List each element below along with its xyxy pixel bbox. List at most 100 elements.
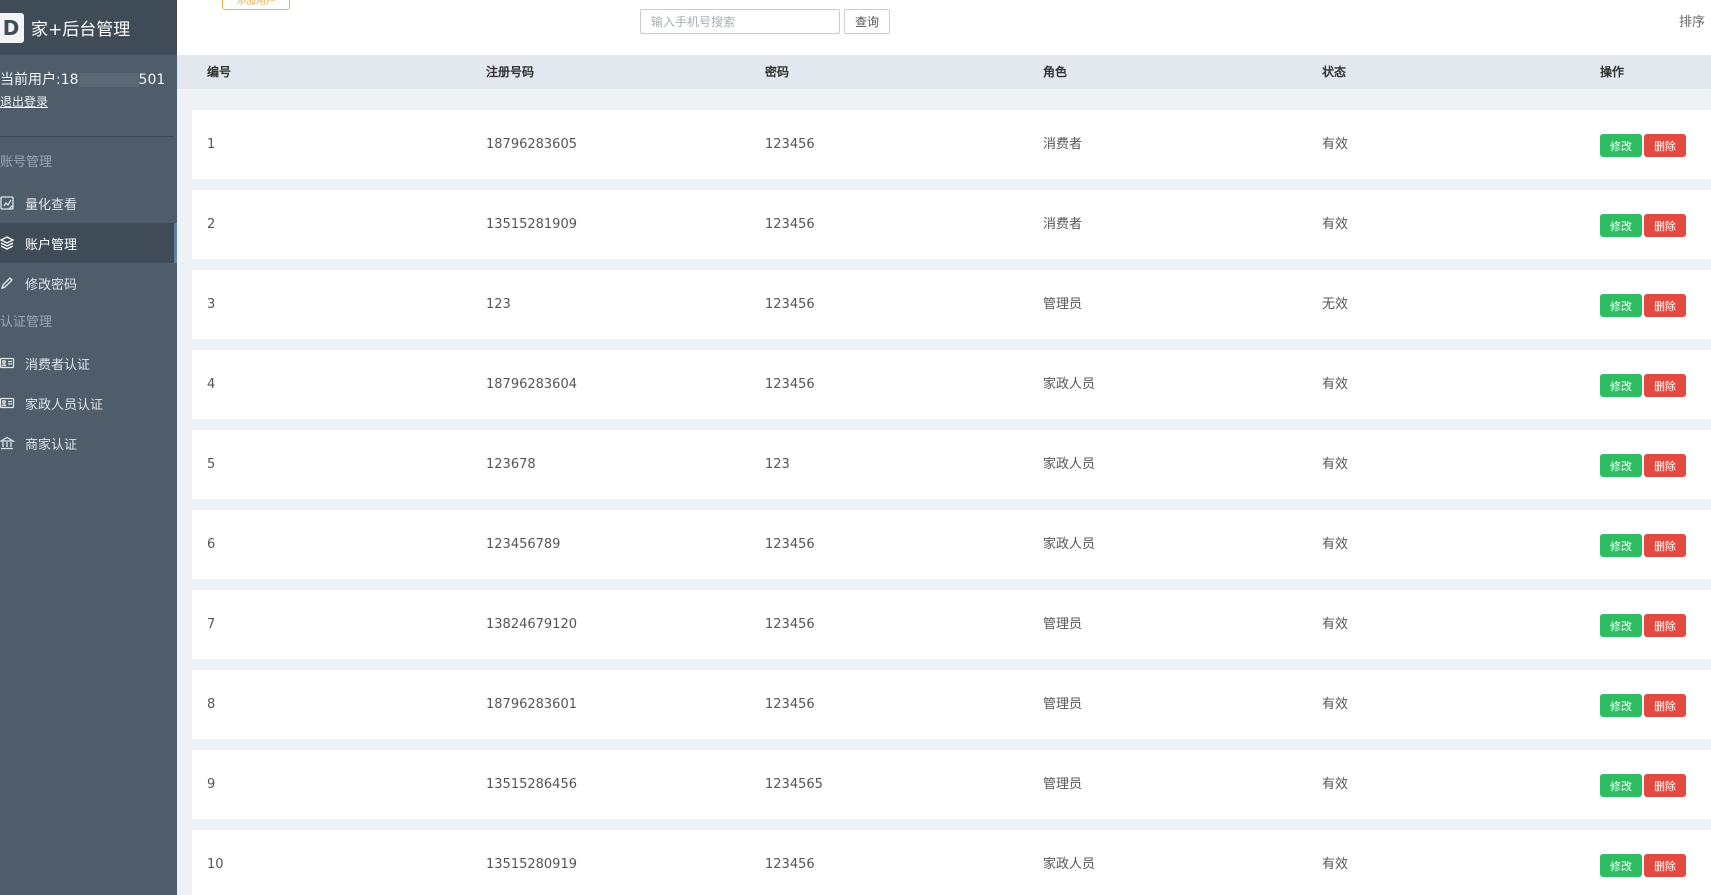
cell-status: 有效	[1322, 697, 1349, 712]
table-row: 9 13515286456 1234565 管理员 有效 修改 删除	[192, 750, 1711, 819]
table-row: 4 18796283604 123456 家政人员 有效 修改 删除	[192, 350, 1711, 419]
delete-button[interactable]: 删除	[1644, 694, 1686, 717]
column-header-actions: 操作	[1600, 65, 1625, 79]
cell-password: 1234565	[765, 777, 823, 792]
table-row: 6 123456789 123456 家政人员 有效 修改 删除	[192, 510, 1711, 579]
cell-phone: 13515280919	[486, 857, 577, 872]
cell-id: 6	[207, 537, 216, 552]
sidebar-item-consumer-certification[interactable]: 消费者认证	[0, 343, 177, 383]
cell-id: 3	[207, 297, 216, 312]
delete-button[interactable]: 删除	[1644, 294, 1686, 317]
edit-button[interactable]: 修改	[1600, 614, 1642, 637]
table-row: 8 18796283601 123456 管理员 有效 修改 删除	[192, 670, 1711, 739]
cell-id: 5	[207, 457, 216, 472]
delete-button[interactable]: 删除	[1644, 534, 1686, 557]
sidebar-item-quantified-view[interactable]: 量化查看	[0, 183, 177, 223]
phone-search-input[interactable]	[640, 9, 840, 34]
edit-button[interactable]: 修改	[1600, 534, 1642, 557]
cell-password: 123	[765, 457, 790, 472]
logout-link[interactable]: 退出登录	[0, 93, 48, 110]
row-actions: 修改 删除	[1600, 294, 1686, 317]
row-actions: 修改 删除	[1600, 854, 1686, 877]
cell-phone: 18796283601	[486, 697, 577, 712]
cell-password: 123456	[765, 857, 815, 872]
column-header-role: 角色	[1043, 65, 1068, 79]
row-actions: 修改 删除	[1600, 694, 1686, 717]
cell-id: 9	[207, 777, 216, 792]
delete-button[interactable]: 删除	[1644, 614, 1686, 637]
cell-phone: 18796283605	[486, 137, 577, 152]
edit-button[interactable]: 修改	[1600, 694, 1642, 717]
cell-phone: 123678	[486, 457, 536, 472]
edit-button[interactable]: 修改	[1600, 294, 1642, 317]
delete-button[interactable]: 删除	[1644, 854, 1686, 877]
cell-id: 4	[207, 377, 216, 392]
cell-role: 管理员	[1043, 777, 1083, 792]
delete-button[interactable]: 删除	[1644, 214, 1686, 237]
table-row: 3 123 123456 管理员 无效 修改 删除	[192, 270, 1711, 339]
cell-password: 123456	[765, 537, 815, 552]
row-actions: 修改 删除	[1600, 214, 1686, 237]
edit-button[interactable]: 修改	[1600, 374, 1642, 397]
table-row: 7 13824679120 123456 管理员 有效 修改 删除	[192, 590, 1711, 659]
column-header-id: 编号	[207, 65, 232, 79]
table-row: 1 18796283605 123456 消费者 有效 修改 删除	[192, 110, 1711, 179]
cell-role: 家政人员	[1043, 457, 1096, 472]
row-actions: 修改 删除	[1600, 374, 1686, 397]
brand-header: D 家+后台管理	[0, 0, 177, 55]
current-user: 当前用户:18 501	[0, 69, 173, 89]
table-row: 2 13515281909 123456 消费者 有效 修改 删除	[192, 190, 1711, 259]
delete-button[interactable]: 删除	[1644, 134, 1686, 157]
sort-button[interactable]: 排序	[1679, 11, 1705, 30]
sidebar-item-housekeeper-certification[interactable]: 家政人员认证	[0, 383, 177, 423]
sidebar-item-label: 量化查看	[25, 197, 78, 213]
cell-status: 有效	[1322, 217, 1349, 232]
search-button[interactable]: 查询	[844, 9, 890, 34]
cell-role: 家政人员	[1043, 857, 1096, 872]
cell-role: 家政人员	[1043, 537, 1096, 552]
column-header-status: 状态	[1322, 65, 1347, 79]
cell-password: 123456	[765, 617, 815, 632]
cell-password: 123456	[765, 217, 815, 232]
column-header-password: 密码	[765, 65, 790, 79]
column-header-phone: 注册号码	[486, 65, 535, 79]
sidebar-item-change-password[interactable]: 修改密码	[0, 263, 177, 303]
sidebar-item-account-management[interactable]: 账户管理	[0, 223, 177, 263]
cell-password: 123456	[765, 377, 815, 392]
table-body: 1 18796283605 123456 消费者 有效 修改 删除 2 1351…	[192, 110, 1711, 895]
edit-button[interactable]: 修改	[1600, 774, 1642, 797]
nav-section-account: 账号管理	[0, 155, 53, 170]
cell-status: 有效	[1322, 777, 1349, 792]
masked-phone	[78, 73, 139, 87]
brand-logo: D	[0, 12, 24, 43]
cell-phone: 18796283604	[486, 377, 577, 392]
delete-button[interactable]: 删除	[1644, 774, 1686, 797]
cell-phone: 123	[486, 297, 511, 312]
edit-button[interactable]: 修改	[1600, 454, 1642, 477]
sidebar-item-label: 账户管理	[25, 237, 78, 253]
edit-button[interactable]: 修改	[1600, 134, 1642, 157]
cell-password: 123456	[765, 137, 815, 152]
row-actions: 修改 删除	[1600, 774, 1686, 797]
add-user-button[interactable]: 添加用户	[222, 0, 290, 10]
bank-icon	[0, 435, 16, 451]
delete-button[interactable]: 删除	[1644, 374, 1686, 397]
cell-status: 有效	[1322, 377, 1349, 392]
sidebar: D 家+后台管理 当前用户:18 501 退出登录 账号管理 量化查看 账户管理 …	[0, 0, 177, 895]
sidebar-item-merchant-certification[interactable]: 商家认证	[0, 423, 177, 463]
cell-role: 管理员	[1043, 617, 1083, 632]
cell-password: 123456	[765, 697, 815, 712]
pencil-icon	[0, 275, 16, 291]
cell-phone: 13515286456	[486, 777, 577, 792]
current-user-suffix: 501	[138, 72, 166, 88]
row-actions: 修改 删除	[1600, 454, 1686, 477]
edit-button[interactable]: 修改	[1600, 214, 1642, 237]
edit-button[interactable]: 修改	[1600, 854, 1642, 877]
cell-status: 有效	[1322, 617, 1349, 632]
cell-id: 2	[207, 217, 216, 232]
cell-status: 无效	[1322, 297, 1349, 312]
cell-id: 1	[207, 137, 216, 152]
toolbar: 添加用户 查询 排序	[177, 0, 1711, 55]
cell-role: 消费者	[1043, 137, 1083, 152]
delete-button[interactable]: 删除	[1644, 454, 1686, 477]
